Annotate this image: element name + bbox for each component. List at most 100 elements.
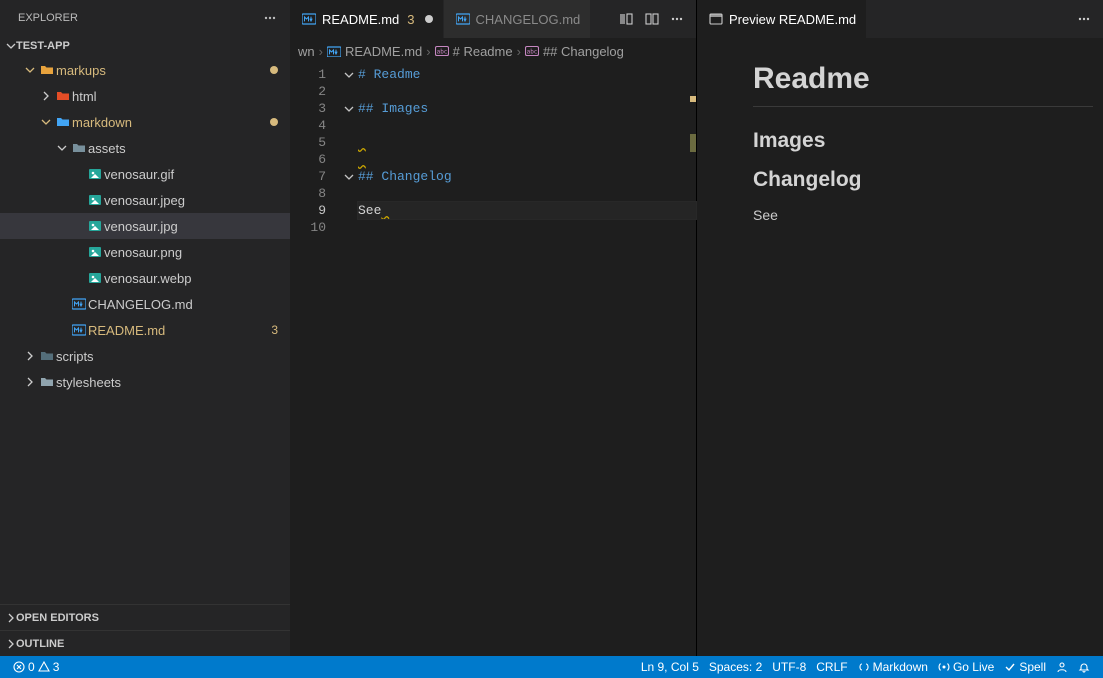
tree-item-label: venosaur.webp	[104, 271, 282, 286]
warning-icon	[38, 661, 50, 673]
tree-item[interactable]: assets	[0, 135, 290, 161]
status-feedback[interactable]	[1051, 656, 1073, 678]
outline-section[interactable]: OUTLINE	[0, 630, 290, 656]
fold-icon[interactable]	[340, 83, 358, 100]
status-notifications[interactable]	[1073, 656, 1095, 678]
tree-item[interactable]: venosaur.gif	[0, 161, 290, 187]
tree-item[interactable]: markdown	[0, 109, 290, 135]
fold-icon[interactable]	[340, 219, 358, 236]
tab-label: README.md	[322, 12, 399, 27]
editor-group-left: README.md 3 CHANGELOG.md wn › README.md › # Re…	[290, 0, 697, 656]
code-line[interactable]	[358, 185, 696, 202]
tree-item-label: markups	[56, 63, 282, 78]
preview-h2: Changelog	[753, 168, 1093, 193]
breadcrumb-item[interactable]: wn	[298, 44, 315, 59]
status-problems[interactable]: 0 3	[8, 656, 64, 678]
tab-preview[interactable]: Preview README.md	[697, 0, 867, 38]
breadcrumb-item[interactable]: README.md	[345, 44, 422, 59]
tree-item[interactable]: html	[0, 83, 290, 109]
status-golive[interactable]: Go Live	[933, 656, 999, 678]
image-icon	[86, 219, 104, 233]
breadcrumb-item[interactable]: ## Changelog	[543, 44, 624, 59]
code-line[interactable]: See	[358, 202, 696, 219]
tree-item[interactable]: stylesheets	[0, 369, 290, 395]
tree-item-label: README.md	[88, 323, 271, 338]
editor-tab[interactable]: README.md 3	[290, 0, 444, 38]
preview-paragraph: See	[753, 207, 1093, 223]
status-indent[interactable]: Spaces: 2	[704, 656, 767, 678]
fold-icon[interactable]	[340, 185, 358, 202]
line-number: 3	[290, 100, 340, 117]
tab-more-icon[interactable]	[1073, 7, 1097, 31]
tab-modified-count: 3	[407, 12, 414, 27]
code-line[interactable]	[358, 151, 696, 168]
tree-item[interactable]: scripts	[0, 343, 290, 369]
check-icon	[1004, 661, 1016, 673]
twisty-icon	[38, 117, 54, 127]
fold-icon[interactable]	[340, 168, 358, 185]
breadcrumbs[interactable]: wn›README.md›# Readme›## Changelog	[290, 38, 696, 64]
overview-ruler-marker	[690, 96, 696, 102]
folder-md-icon	[54, 115, 72, 129]
tree-item[interactable]: venosaur.jpeg	[0, 187, 290, 213]
md-icon	[70, 323, 88, 337]
status-cursor-pos[interactable]: Ln 9, Col 5	[636, 656, 704, 678]
code-line[interactable]	[358, 134, 696, 151]
fold-icon[interactable]	[340, 151, 358, 168]
tree-item[interactable]: markups	[0, 57, 290, 83]
overview-ruler-marker	[690, 134, 696, 152]
file-tree: markups htmlmarkdownassets venosaur.gif ven…	[0, 57, 290, 604]
editor-group-right: Preview README.md Readme Images Changelo…	[697, 0, 1103, 656]
breadcrumb-separator: ›	[319, 44, 323, 59]
breadcrumb-item[interactable]: # Readme	[453, 44, 513, 59]
project-name: TEST-APP	[16, 40, 70, 52]
tree-item[interactable]: README.md3	[0, 317, 290, 343]
status-encoding[interactable]: UTF-8	[767, 656, 811, 678]
code-line[interactable]	[358, 219, 696, 236]
markdown-preview[interactable]: Readme Images Changelog See	[697, 38, 1103, 656]
tree-item-label: venosaur.jpeg	[104, 193, 282, 208]
fold-icon[interactable]	[340, 66, 358, 83]
breadcrumb-separator: ›	[426, 44, 430, 59]
split-editor-icon[interactable]	[640, 7, 664, 31]
status-spell[interactable]: Spell	[999, 656, 1051, 678]
code-line[interactable]	[358, 83, 696, 100]
code-line[interactable]: ## Images	[358, 100, 696, 117]
tree-item[interactable]: CHANGELOG.md	[0, 291, 290, 317]
tabs-right: Preview README.md	[697, 0, 1103, 38]
fold-icon[interactable]	[340, 100, 358, 117]
image-icon	[86, 193, 104, 207]
tree-item[interactable]: venosaur.jpg	[0, 213, 290, 239]
folder-icon	[38, 375, 56, 389]
code-line[interactable]: ## Changelog	[358, 168, 696, 185]
preview-h2: Images	[753, 129, 1093, 154]
line-number: 4	[290, 117, 340, 134]
fold-icon[interactable]	[340, 117, 358, 134]
open-editors-section[interactable]: OPEN EDITORS	[0, 604, 290, 630]
code-line[interactable]	[358, 117, 696, 134]
folder-assets-icon	[70, 141, 88, 155]
project-header[interactable]: TEST-APP	[0, 35, 290, 57]
tab-more-icon[interactable]	[666, 7, 690, 31]
tree-item-label: venosaur.gif	[104, 167, 282, 182]
explorer-title: EXPLORER	[18, 12, 78, 24]
status-eol[interactable]: CRLF	[811, 656, 852, 678]
code-line[interactable]: # Readme	[358, 66, 696, 83]
status-language[interactable]: Markdown	[853, 656, 933, 678]
dirty-indicator	[425, 15, 433, 23]
status-bar: 0 3 Ln 9, Col 5 Spaces: 2 UTF-8 CRLF Mar…	[0, 656, 1103, 678]
tree-item[interactable]: venosaur.png	[0, 239, 290, 265]
explorer-more-icon[interactable]	[260, 13, 282, 23]
modified-badge: 3	[271, 323, 282, 337]
fold-icon[interactable]	[340, 134, 358, 151]
tab-label: CHANGELOG.md	[476, 12, 581, 27]
folder-scripts-icon	[38, 349, 56, 363]
code-editor[interactable]: 12345678910 # Readme## Images ## Changel…	[290, 64, 696, 656]
tree-item[interactable]: venosaur.webp	[0, 265, 290, 291]
sym-icon	[435, 45, 449, 57]
open-preview-side-icon[interactable]	[614, 7, 638, 31]
editor-tab[interactable]: CHANGELOG.md	[444, 0, 592, 38]
fold-icon[interactable]	[340, 202, 358, 219]
md-icon	[302, 12, 316, 26]
explorer-sidebar: EXPLORER TEST-APP markups htmlmarkdownass…	[0, 0, 290, 656]
